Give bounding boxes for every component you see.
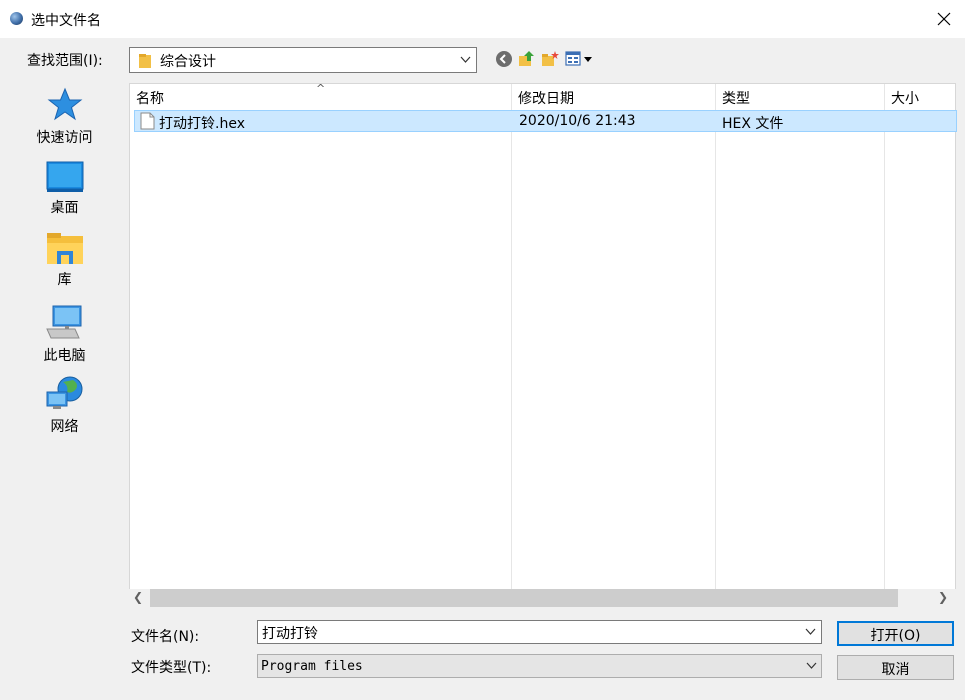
filename-label: 文件名(N): [131,629,200,645]
column-separator [884,84,885,589]
window-title: 选中文件名 [31,13,101,29]
place-this-pc[interactable]: 此电脑 [8,305,121,365]
place-label: 快速访问 [36,130,93,146]
filetype-label: 文件类型(T): [131,660,212,676]
place-quick-access[interactable]: 快速访问 [8,87,121,147]
lookin-value: 综合设计 [160,54,216,70]
file-type-cell: HEX 文件 [722,116,784,132]
chevron-down-icon[interactable] [805,626,816,637]
chevron-down-icon [460,56,471,63]
scrollbar-thumb[interactable] [150,589,898,607]
scroll-left-icon[interactable]: ❮ [133,590,143,604]
cancel-button[interactable]: 取消 [837,655,954,680]
close-icon [937,12,950,26]
view-menu-icon[interactable] [565,50,595,68]
column-header-name[interactable]: 名称 [130,84,511,108]
column-separator [511,84,512,589]
place-label: 网络 [50,419,79,435]
place-label: 桌面 [50,200,79,216]
table-row[interactable]: 打动打铃.hex 2020/10/6 21:43 HEX 文件 [134,110,957,132]
column-header-type[interactable]: 类型 [716,84,884,108]
title-bar: 选中文件名 [0,0,965,38]
lookin-label: 查找范围(I): [27,53,103,69]
file-icon [140,112,155,130]
filename-value: 打动打铃 [262,626,318,642]
back-icon[interactable] [495,50,513,68]
network-icon [46,376,82,409]
column-header-size[interactable]: 大小 [885,84,955,108]
chevron-down-icon [806,662,817,669]
horizontal-scrollbar[interactable]: ❮ ❯ [129,589,956,609]
desktop-icon [46,161,83,192]
library-icon [46,233,83,264]
close-button[interactable] [922,0,965,38]
new-folder-icon[interactable] [541,50,559,68]
open-button[interactable]: 打开(O) [837,621,954,646]
places-bar: 快速访问 桌面 库 此电脑 网络 [8,83,121,690]
place-desktop[interactable]: 桌面 [8,161,121,217]
computer-icon [45,305,81,339]
app-icon [10,12,23,25]
column-header-modified[interactable]: 修改日期 [512,84,715,108]
file-name-cell: 打动打铃.hex [159,116,245,132]
place-label: 库 [57,272,72,288]
folder-icon [139,54,151,68]
filetype-combo[interactable]: Program files [257,654,822,678]
scroll-right-icon[interactable]: ❯ [938,590,948,604]
star-icon [47,87,82,121]
file-list[interactable]: ^ 名称 修改日期 类型 大小 打动打铃.hex 2020/10/6 21:43… [129,82,957,609]
file-modified-cell: 2020/10/6 21:43 [519,113,636,129]
up-folder-icon[interactable] [518,50,536,68]
lookin-combo[interactable]: 综合设计 [129,47,477,73]
place-library[interactable]: 库 [8,233,121,289]
place-label: 此电脑 [43,348,86,364]
window-bottom-edge [0,693,965,700]
column-separator [715,84,716,589]
filetype-value: Program files [261,659,363,674]
filename-input[interactable]: 打动打铃 [257,620,822,644]
place-network[interactable]: 网络 [8,376,121,436]
